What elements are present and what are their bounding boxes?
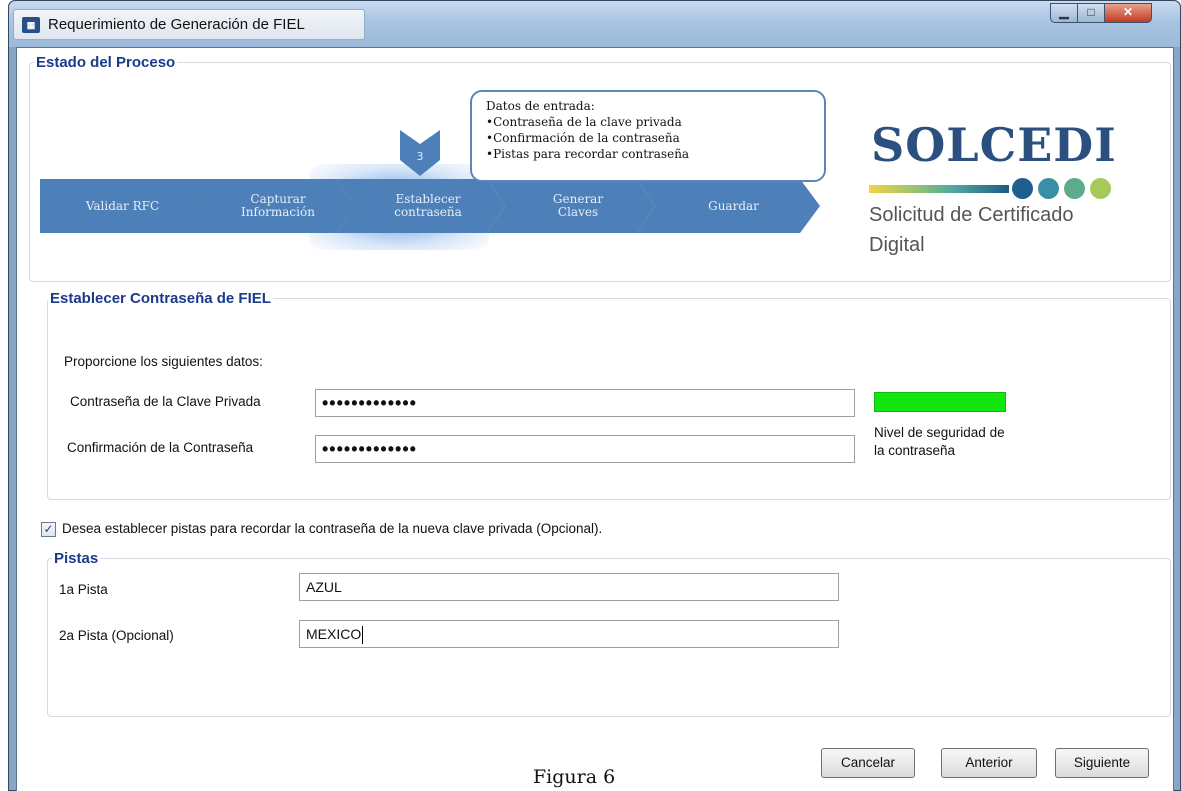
step-generar-claves: Generar Claves (487, 179, 655, 233)
maximize-button[interactable]: □ (1078, 3, 1105, 23)
callout-heading: Datos de entrada: (486, 99, 595, 113)
step-label-2: Información (241, 205, 315, 219)
logo-dot (1090, 178, 1111, 199)
step-capturar-informacion: Capturar Información (187, 179, 355, 233)
cancel-button[interactable]: Cancelar (821, 748, 915, 778)
hint1-input[interactable]: AZUL (299, 573, 839, 601)
figure-caption: Figura 6 (533, 766, 616, 788)
password-label: Contraseña de la Clave Privada (70, 394, 261, 409)
step-establecer-contrasena: Establecer contraseña (337, 179, 505, 233)
logo-subtitle: Solicitud de Certificado Digital (869, 200, 1074, 260)
logo-subtitle-line1: Solicitud de Certificado (869, 204, 1074, 226)
title-pane: ▦ Requerimiento de Generación de FIEL (13, 9, 365, 40)
confirm-password-label: Confirmación de la Contraseña (67, 440, 254, 455)
logo-dot (1012, 178, 1033, 199)
confirm-password-input[interactable]: ••••••••••••• (315, 435, 855, 463)
solcedi-logo: SOLCEDI Solicitud de Certificado Digital (863, 108, 1133, 268)
step-guardar: Guardar (637, 179, 820, 233)
process-status-legend: Estado del Proceso (34, 54, 178, 71)
step-label-2: contraseña (394, 205, 462, 219)
window-controls: ▁ □ ✕ (1050, 3, 1152, 23)
hint1-label: 1a Pista (59, 582, 108, 597)
callout-item: •Confirmación de la contraseña (486, 131, 680, 145)
next-button[interactable]: Siguiente (1055, 748, 1149, 778)
back-button[interactable]: Anterior (941, 748, 1037, 778)
logo-dot (1038, 178, 1059, 199)
logo-color-bar (869, 185, 1009, 193)
strength-label-line1: Nivel de seguridad de (874, 425, 1005, 440)
minimize-button[interactable]: ▁ (1050, 3, 1078, 23)
step-label: Establecer (395, 192, 461, 206)
logo-title: SOLCEDI (871, 118, 1117, 172)
hint2-label: 2a Pista (Opcional) (59, 628, 174, 643)
text-cursor (362, 626, 364, 645)
step-label-2: Claves (557, 205, 599, 219)
dialog-window: ▦ Requerimiento de Generación de FIEL ▁ … (8, 0, 1181, 791)
strength-label-line2: la contraseña (874, 443, 956, 458)
instruction-text: Proporcione los siguientes datos: (64, 354, 263, 369)
logo-dot (1064, 178, 1085, 199)
step-label: Generar (552, 192, 604, 206)
callout-item: •Contraseña de la clave privada (486, 115, 682, 129)
hints-checkbox-label[interactable]: Desea establecer pistas para recordar la… (62, 521, 602, 536)
logo-subtitle-line2: Digital (869, 234, 925, 256)
title-bar[interactable]: ▦ Requerimiento de Generación de FIEL ▁ … (9, 1, 1180, 47)
step-label: Guardar (708, 198, 759, 213)
close-button[interactable]: ✕ (1105, 3, 1152, 23)
password-strength-label: Nivel de seguridad de la contraseña (874, 424, 1005, 460)
input-data-callout: Datos de entrada: •Contraseña de la clav… (470, 90, 826, 182)
dialog-client-area: Estado del Proceso Validar RFC Capturar I… (16, 47, 1174, 791)
current-step-number: 3 (417, 150, 424, 163)
app-icon: ▦ (22, 17, 40, 33)
step-label: Capturar (250, 192, 306, 206)
window-title: Requerimiento de Generación de FIEL (48, 16, 305, 33)
password-input[interactable]: ••••••••••••• (315, 389, 855, 417)
hints-group-legend: Pistas (52, 550, 101, 567)
hint2-value: MEXICO (306, 626, 362, 642)
hint2-input[interactable]: MEXICO (299, 620, 839, 648)
password-strength-meter (874, 392, 1006, 412)
current-step-marker-icon: 3 (400, 130, 440, 176)
callout-item: •Pistas para recordar contraseña (486, 147, 690, 161)
step-validar-rfc: Validar RFC (40, 179, 205, 233)
hints-checkbox[interactable]: ✓ (41, 522, 56, 537)
process-steps: Validar RFC Capturar Información Establec… (40, 179, 820, 233)
password-group-legend: Establecer Contraseña de FIEL (48, 290, 273, 307)
step-label: Validar RFC (85, 198, 160, 213)
